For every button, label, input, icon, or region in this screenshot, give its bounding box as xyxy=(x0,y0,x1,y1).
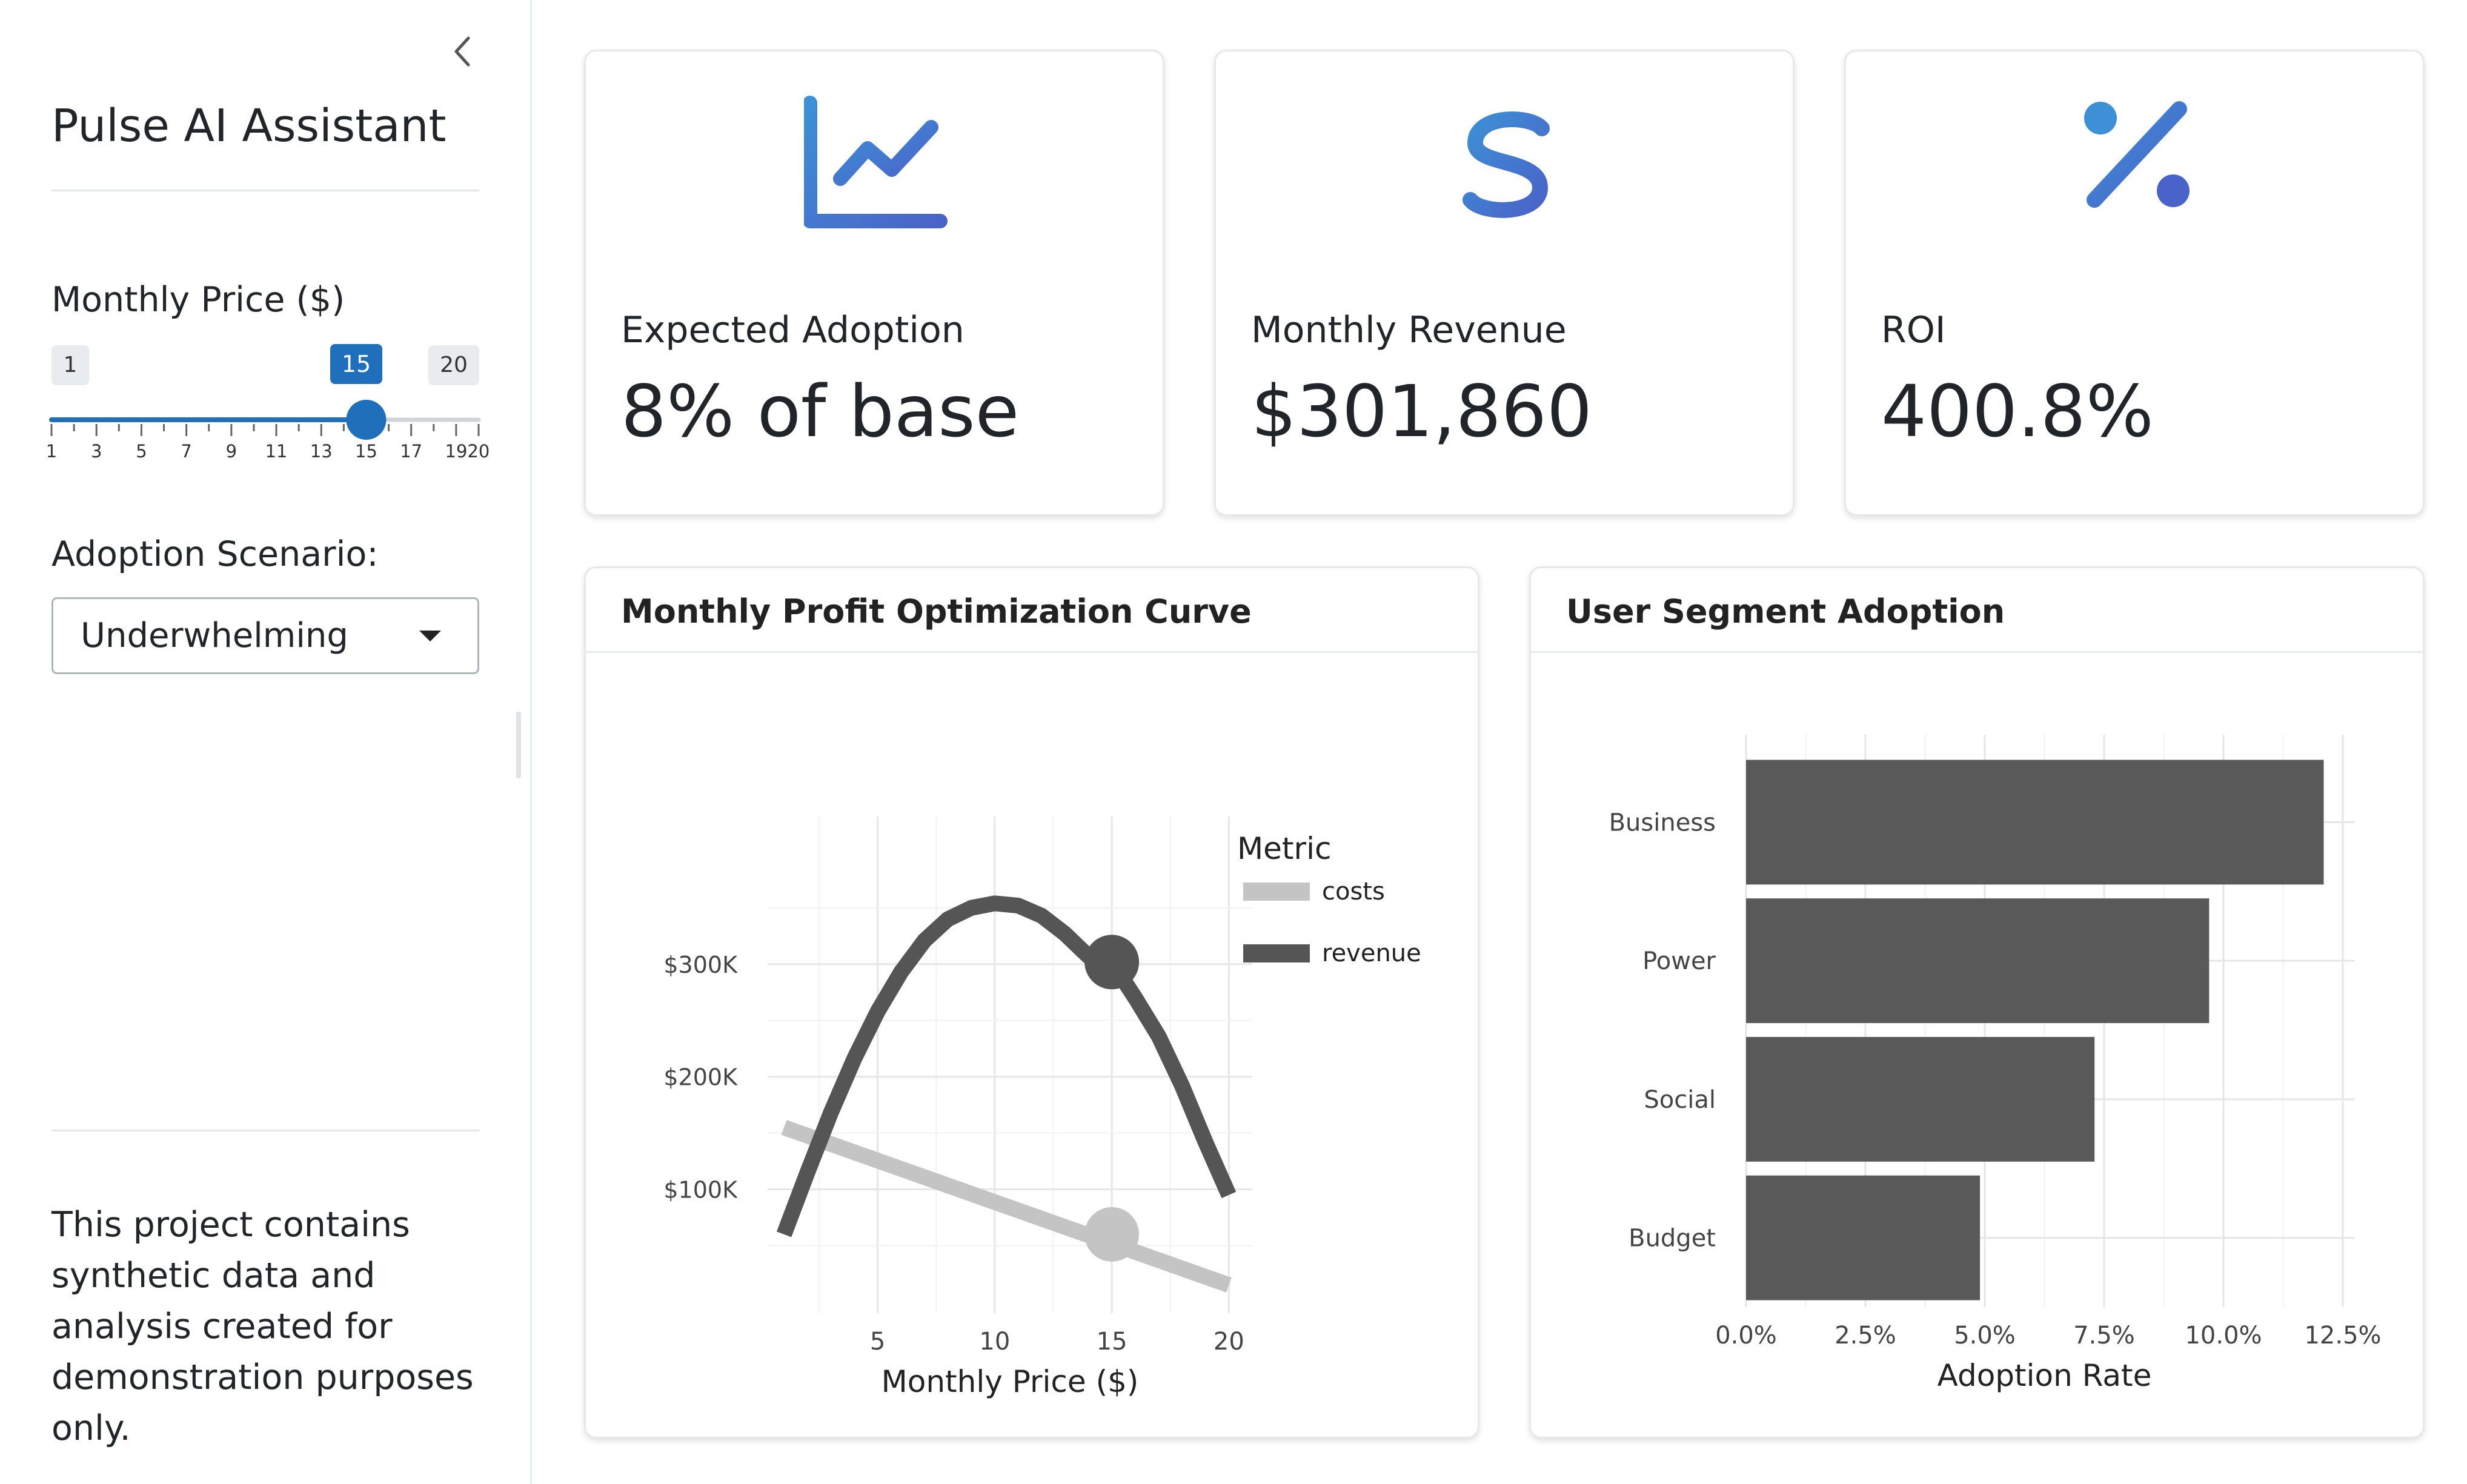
chart-header: User Segment Adoption xyxy=(1531,568,2423,653)
profit-chart: $100K $200K $300K 5 10 15 20 Monthly Price ($) M… xyxy=(663,817,1421,1399)
y-tick-label: Power xyxy=(1642,947,1716,975)
kpi-card-revenue: Monthly Revenue $301,860 xyxy=(1214,50,1795,516)
slider-tick-label: 15 xyxy=(355,441,377,462)
scenario-label: Adoption Scenario: xyxy=(51,534,379,574)
chevron-left-icon xyxy=(454,36,470,67)
x-tick-label: 20 xyxy=(1214,1328,1244,1356)
slider-tick-label: 7 xyxy=(181,441,191,462)
slider-handle[interactable] xyxy=(346,400,387,440)
highlight-point-revenue xyxy=(1084,935,1140,990)
caret-down-icon xyxy=(419,631,441,641)
legend-label-revenue: revenue xyxy=(1322,939,1421,967)
kpi-card-roi: ROI 400.8% xyxy=(1844,50,2425,516)
percent-icon xyxy=(2084,101,2190,208)
x-tick-label: 7.5% xyxy=(2073,1322,2135,1350)
x-tick-label: 5.0% xyxy=(1954,1322,2016,1350)
app-title: Pulse AI Assistant xyxy=(51,100,447,152)
y-tick-label: $200K xyxy=(663,1064,738,1091)
kpi-value: 400.8% xyxy=(1881,369,2154,453)
series-line-costs xyxy=(781,1120,1232,1293)
legend-swatch-revenue xyxy=(1243,944,1310,962)
slider-min-label: 1 xyxy=(51,345,89,385)
y-tick-label: Business xyxy=(1609,809,1716,836)
y-tick-label: Social xyxy=(1644,1086,1716,1114)
x-axis-label: Adoption Rate xyxy=(1937,1358,2152,1393)
bar-power xyxy=(1746,898,2210,1024)
price-slider[interactable]: 1 3 5 7 9 11 13 15 17 1920 xyxy=(36,388,497,466)
kpi-value: $301,860 xyxy=(1251,369,1593,453)
chart-title: User Segment Adoption xyxy=(1566,592,2005,631)
y-tick-label: $300K xyxy=(663,952,738,978)
slider-tick-label: 9 xyxy=(226,441,237,462)
kpi-label: Monthly Revenue xyxy=(1251,309,1567,351)
slider-tick-label: 17 xyxy=(400,441,422,462)
dollar-sign-icon xyxy=(1463,91,1550,236)
bar-business xyxy=(1746,760,2324,885)
slider-tick-label: 1 xyxy=(46,441,57,462)
series-line-revenue xyxy=(776,895,1237,1237)
chart-title: Monthly Profit Optimization Curve xyxy=(621,592,1252,631)
legend-swatch-costs xyxy=(1243,883,1310,901)
kpi-value: 8% of base xyxy=(621,369,1020,453)
segment-chart-card: User Segment Adoption Business Power Socia… xyxy=(1529,566,2425,1439)
x-tick-label: 10.0% xyxy=(2185,1322,2262,1350)
collapse-sidebar-button[interactable] xyxy=(445,33,482,70)
slider-tick-label: 11 xyxy=(265,441,288,462)
slider-tick-label: 5 xyxy=(136,441,147,462)
x-tick-label: 12.5% xyxy=(2304,1322,2381,1350)
bar-budget xyxy=(1746,1175,1981,1300)
disclaimer-text: This project contains synthetic data and… xyxy=(51,1205,474,1448)
slider-value-label: 15 xyxy=(330,344,382,384)
chart-line-icon xyxy=(804,96,948,228)
x-axis-label: Monthly Price ($) xyxy=(882,1364,1139,1399)
sidebar-divider xyxy=(51,1130,479,1131)
segment-chart: Business Power Social Budget 0.0% 2.5% 5.0% 7.5… xyxy=(1609,735,2382,1393)
slider-ticks: 1 3 5 7 9 11 13 15 17 1920 xyxy=(46,424,490,462)
scenario-select[interactable]: Underwhelming xyxy=(51,597,479,674)
kpi-card-adoption: Expected Adoption 8% of base xyxy=(584,50,1164,516)
slider-tick-label: 1920 xyxy=(445,441,490,462)
bar-social xyxy=(1746,1036,2095,1162)
profit-chart-card: Monthly Profit Optimization Curve $100K $… xyxy=(584,566,1479,1439)
slider-tick-label: 13 xyxy=(310,441,333,462)
sidebar-divider xyxy=(51,190,479,191)
price-slider-label: Monthly Price ($) xyxy=(51,280,345,320)
slider-tick-label: 3 xyxy=(91,441,102,462)
chart-legend: Metric costs revenue xyxy=(1237,831,1421,967)
slider-max-label: 20 xyxy=(428,345,479,385)
kpi-label: Expected Adoption xyxy=(621,309,965,351)
x-tick-label: 2.5% xyxy=(1834,1322,1896,1350)
legend-label-costs: costs xyxy=(1322,878,1385,906)
chart-header: Monthly Profit Optimization Curve xyxy=(586,568,1478,653)
x-tick-label: 10 xyxy=(979,1328,1010,1356)
scenario-selected-value: Underwhelming xyxy=(81,616,348,655)
x-tick-label: 15 xyxy=(1097,1328,1127,1356)
x-tick-label: 0.0% xyxy=(1715,1322,1777,1350)
sidebar-resize-handle[interactable] xyxy=(516,712,521,778)
legend-title: Metric xyxy=(1237,831,1331,866)
highlight-point-costs xyxy=(1084,1207,1140,1262)
y-tick-label: $100K xyxy=(663,1177,738,1204)
kpi-label: ROI xyxy=(1881,309,1946,351)
sidebar: Pulse AI Assistant Monthly Price ($) 1 1… xyxy=(0,0,532,1484)
x-tick-label: 5 xyxy=(870,1328,885,1356)
y-tick-label: Budget xyxy=(1629,1225,1716,1253)
